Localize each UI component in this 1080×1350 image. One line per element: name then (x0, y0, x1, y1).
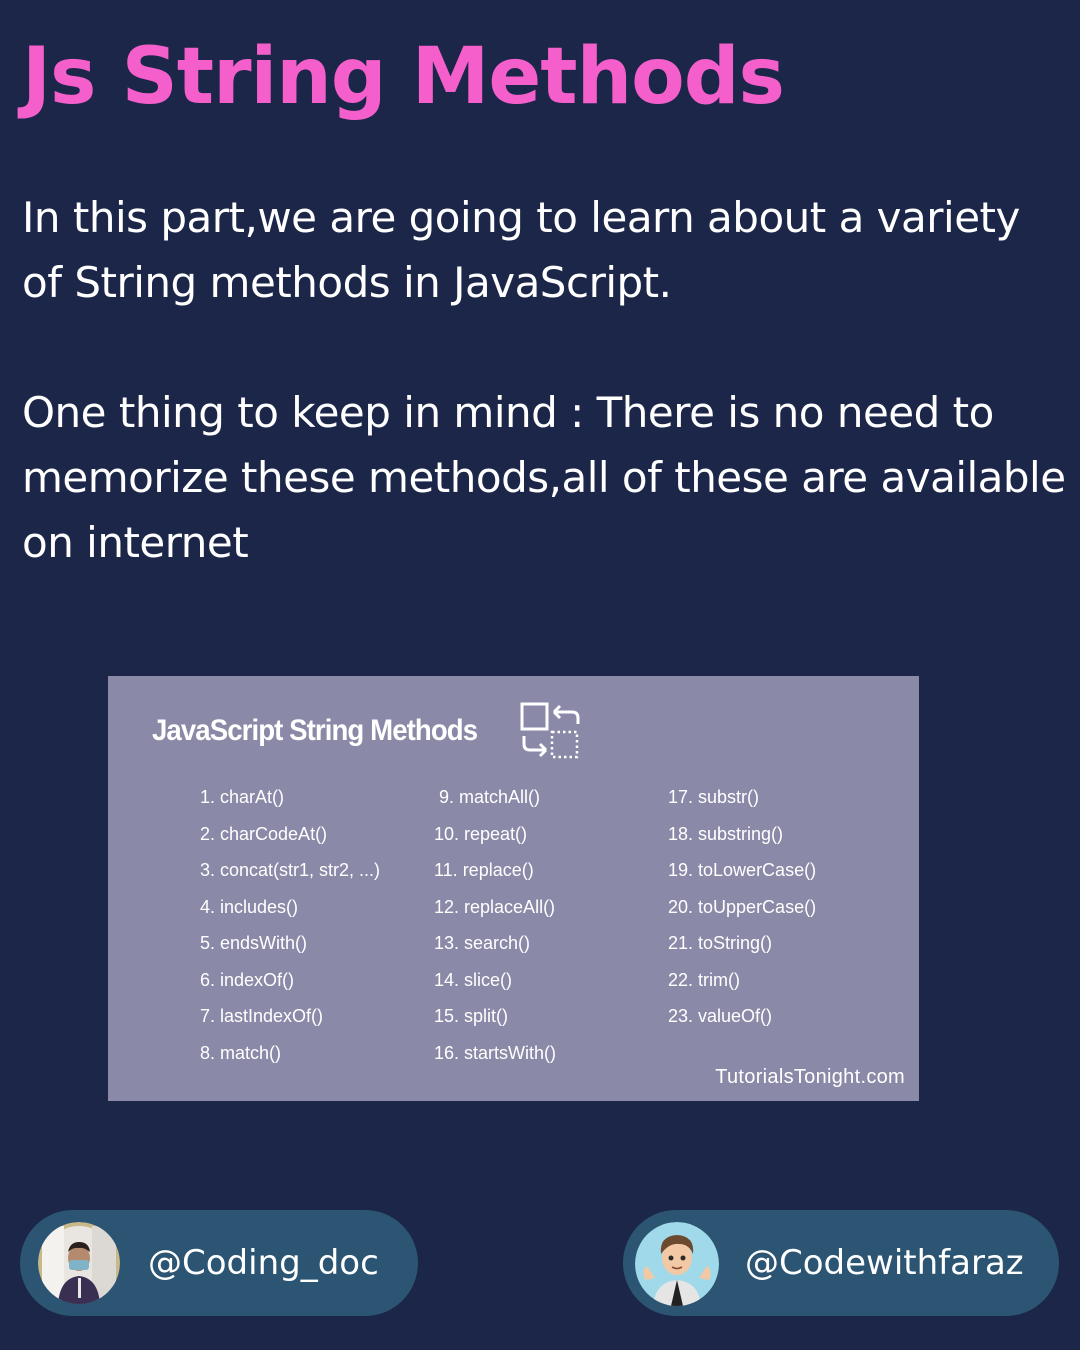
handle-coding-doc: @Coding_doc (148, 1243, 379, 1283)
intro-paragraph: In this part,we are going to learn about… (22, 193, 1020, 307)
list-item: 16. startsWith() (434, 1042, 557, 1063)
list-item: 10. repeat() (434, 823, 528, 844)
method-column-2: 9. matchAll() 10. repeat() 11. replace()… (434, 779, 556, 1071)
list-item: 18. substring() (668, 823, 784, 844)
source-credit: TutorialsTonight.com (715, 1066, 905, 1088)
list-item: 22. trim() (668, 969, 740, 990)
string-methods-card: JavaScript String Methods 1. charAt() 2.… (108, 676, 919, 1101)
list-item: 11. replace() (434, 860, 534, 880)
list-item: 7. lastIndexOf() (200, 1006, 324, 1026)
method-column-3: 17. substr() 18. substring() 19. toLower… (668, 779, 816, 1035)
cartoon-avatar (635, 1222, 719, 1306)
list-item: 6. indexOf() (200, 969, 295, 990)
profile-photo-avatar (38, 1222, 120, 1304)
list-item: 14. slice() (434, 969, 513, 990)
handle-codewithfaraz: @Codewithfaraz (745, 1243, 1024, 1283)
list-item: 5. endsWith() (200, 933, 308, 953)
card-title: JavaScript String Methods (152, 714, 478, 747)
list-item: 17. substr() (668, 787, 760, 807)
list-item: 3. concat(str1, str2, ...) (200, 860, 381, 880)
method-column-1: 1. charAt() 2. charCodeAt() 3. concat(st… (200, 779, 380, 1071)
list-item: 12. replaceAll() (434, 896, 556, 917)
list-item: 15. split() (434, 1006, 509, 1026)
list-item: 23. valueOf() (668, 1006, 773, 1026)
list-item: 21. toString() (668, 933, 773, 953)
list-item: 9. matchAll() (434, 787, 541, 807)
list-item: 8. match() (200, 1042, 282, 1063)
swap-icon (520, 702, 580, 759)
list-item: 2. charCodeAt() (200, 823, 328, 844)
note-paragraph: One thing to keep in mind : There is no … (22, 388, 1066, 567)
list-item: 19. toLowerCase() (668, 860, 817, 880)
list-item: 20. toUpperCase() (668, 896, 817, 917)
list-item: 1. charAt() (200, 787, 285, 807)
author-badge-codewithfaraz[interactable]: @Codewithfaraz (623, 1210, 1059, 1316)
list-item: 13. search() (434, 933, 531, 953)
author-badge-coding-doc[interactable]: @Coding_doc (20, 1210, 418, 1316)
list-item: 4. includes() (200, 896, 299, 917)
page-title: Js String Methods (22, 32, 785, 122)
